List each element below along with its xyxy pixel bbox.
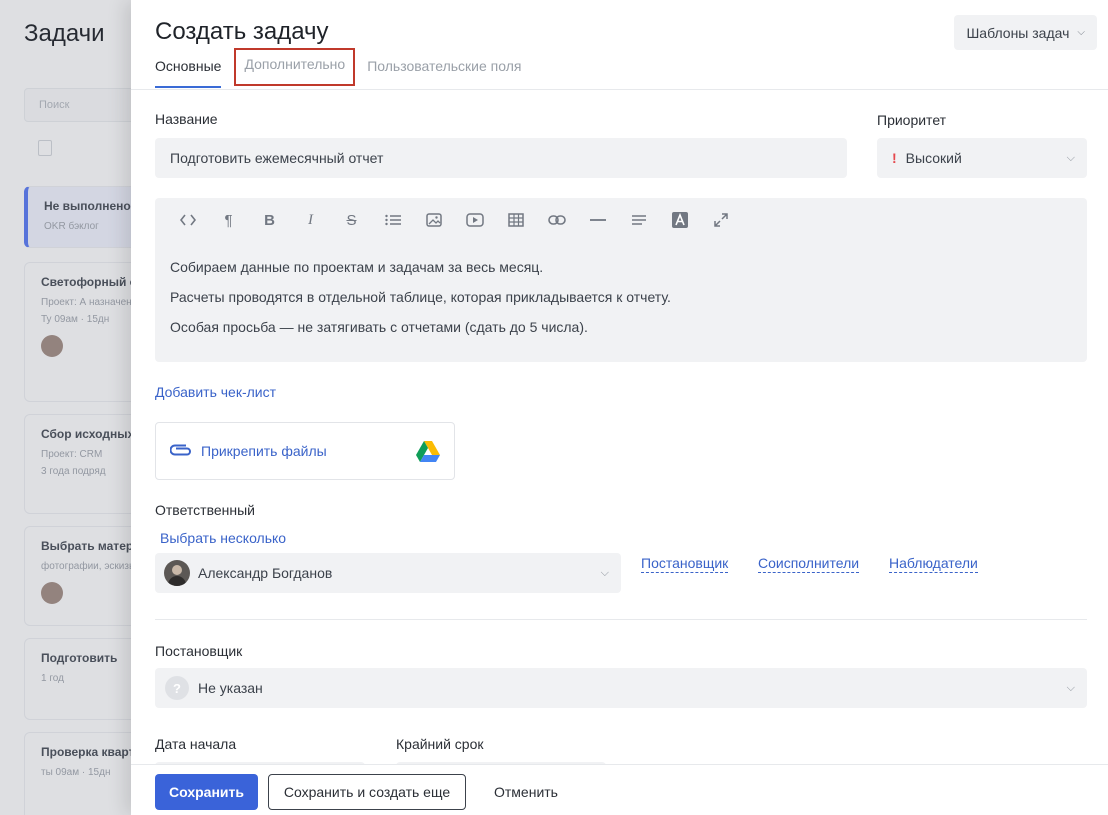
task-templates-label: Шаблоны задач xyxy=(966,24,1070,41)
tabs-divider xyxy=(131,89,1108,90)
priority-high-icon: ! xyxy=(892,150,897,166)
editor-toolbar: ¶ B I S xyxy=(167,210,741,230)
table-icon[interactable] xyxy=(495,210,536,230)
paperclip-icon xyxy=(169,443,192,462)
responsible-label: Ответственный xyxy=(155,502,255,518)
editor-line: Расчеты проводятся в отдельной таблице, … xyxy=(170,289,671,305)
tab-additional[interactable]: Дополнительно xyxy=(234,48,356,86)
chevron-down-icon: ⌵ xyxy=(1066,681,1075,694)
create-task-panel: Создать задачу Шаблоны задач ⌵ Основные … xyxy=(131,0,1108,815)
code-icon[interactable] xyxy=(167,210,208,230)
tabs: Основные Дополнительно Пользовательские … xyxy=(155,48,545,90)
priority-label: Приоритет xyxy=(877,112,947,128)
google-drive-icon[interactable] xyxy=(416,441,440,467)
author-label: Постановщик xyxy=(155,643,243,659)
coexecutors-link[interactable]: Соисполнители xyxy=(758,555,860,573)
editor-content[interactable]: Собираем данные по проектам и задачам за… xyxy=(170,252,671,342)
italic-icon[interactable]: I xyxy=(290,210,331,230)
author-select[interactable]: ? Не указан ⌵ xyxy=(155,668,1087,708)
attach-files-label: Прикрепить файлы xyxy=(201,443,327,459)
cancel-button[interactable]: Отменить xyxy=(476,774,576,810)
form-footer: Сохранить Сохранить и создать еще Отмени… xyxy=(131,764,1108,815)
text-color-icon[interactable] xyxy=(659,210,700,230)
responsible-select[interactable]: Александр Богданов ⌵ xyxy=(155,553,621,593)
task-templates-button[interactable]: Шаблоны задач ⌵ xyxy=(954,15,1097,50)
description-editor[interactable]: ¶ B I S Собираем данные по проектам и за… xyxy=(155,198,1087,362)
save-button[interactable]: Сохранить xyxy=(155,774,258,810)
tab-main[interactable]: Основные xyxy=(155,52,222,88)
image-icon[interactable] xyxy=(413,210,454,230)
bold-icon[interactable]: B xyxy=(249,210,290,230)
observers-link[interactable]: Наблюдатели xyxy=(889,555,978,573)
select-multiple-link[interactable]: Выбрать несколько xyxy=(160,530,286,546)
page-title: Создать задачу xyxy=(155,18,329,45)
observers-link-label: Наблюдатели xyxy=(889,555,978,573)
deadline-label: Крайний срок xyxy=(396,736,484,752)
priority-select[interactable]: ! Высокий ⌵ xyxy=(877,138,1087,178)
align-icon[interactable] xyxy=(618,210,659,230)
question-icon: ? xyxy=(165,676,189,700)
coexecutors-link-label: Соисполнители xyxy=(758,555,860,573)
attach-files-box[interactable]: Прикрепить файлы xyxy=(155,422,455,480)
tab-custom-fields[interactable]: Пользовательские поля xyxy=(367,52,521,88)
fullscreen-icon[interactable] xyxy=(700,210,741,230)
avatar xyxy=(164,560,190,586)
chevron-down-icon: ⌵ xyxy=(1077,27,1085,38)
name-value: Подготовить ежемесячный отчет xyxy=(170,150,384,166)
chevron-down-icon: ⌵ xyxy=(1066,151,1075,164)
editor-line: Собираем данные по проектам и задачам за… xyxy=(170,259,544,275)
chevron-down-icon: ⌵ xyxy=(600,566,609,579)
name-input[interactable]: Подготовить ежемесячный отчет xyxy=(155,138,847,178)
author-link-label: Постановщик xyxy=(641,555,729,573)
strikethrough-icon[interactable]: S xyxy=(331,210,372,230)
priority-value: Высокий xyxy=(905,150,962,166)
paragraph-icon[interactable]: ¶ xyxy=(208,210,249,230)
author-link[interactable]: Постановщик xyxy=(641,555,729,573)
editor-line: Особая просьба — не затягивать с отчетам… xyxy=(170,319,588,335)
responsible-value: Александр Богданов xyxy=(198,565,333,581)
start-date-label: Дата начала xyxy=(155,736,237,752)
name-label: Название xyxy=(155,111,218,127)
author-value: Не указан xyxy=(198,680,263,696)
list-icon[interactable] xyxy=(372,210,413,230)
link-icon[interactable] xyxy=(536,210,577,230)
video-icon[interactable] xyxy=(454,210,495,230)
add-checklist-link[interactable]: Добавить чек-лист xyxy=(155,384,276,400)
save-and-create-another-button[interactable]: Сохранить и создать еще xyxy=(268,774,466,810)
horizontal-rule-icon[interactable] xyxy=(577,210,618,230)
section-divider xyxy=(155,619,1087,620)
